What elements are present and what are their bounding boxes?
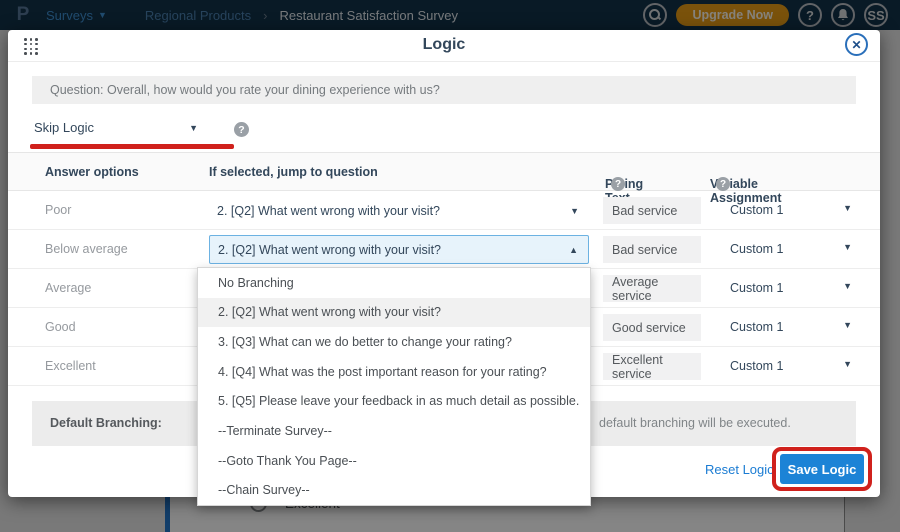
logic-type-select[interactable]: Skip Logic ▼ <box>32 118 204 141</box>
jump-question-select[interactable]: 2. [Q2] What went wrong with your visit?… <box>209 196 589 225</box>
chevron-down-icon: ▼ <box>570 206 579 216</box>
dropdown-option[interactable]: No Branching <box>198 268 590 298</box>
piping-text-input[interactable]: Good service <box>603 314 701 341</box>
answer-option-label: Good <box>45 320 76 334</box>
chevron-down-icon: ▼ <box>843 281 852 295</box>
variable-select[interactable]: Custom 1 ▼ <box>730 203 852 217</box>
piping-text-input[interactable]: Average service <box>603 275 701 302</box>
dropdown-option[interactable]: 4. [Q4] What was the post important reas… <box>198 357 590 387</box>
skip-logic-annotation <box>30 144 234 149</box>
answer-option-label: Average <box>45 281 91 295</box>
logic-type-row: Skip Logic ▼ ? <box>32 118 249 141</box>
table-row: Poor 2. [Q2] What went wrong with your v… <box>8 191 880 230</box>
dropdown-option[interactable]: 5. [Q5] Please leave your feedback in as… <box>198 387 590 417</box>
page: P Surveys ▼ Regional Products › Restaura… <box>0 0 900 532</box>
logic-type-value: Skip Logic <box>34 120 94 135</box>
chevron-down-icon: ▼ <box>843 203 852 217</box>
variable-help-icon[interactable]: ? <box>716 177 730 191</box>
piping-text-input[interactable]: Bad service <box>603 236 701 263</box>
answer-option-label: Poor <box>45 203 71 217</box>
chevron-down-icon: ▼ <box>189 123 198 133</box>
jump-question-select-open[interactable]: 2. [Q2] What went wrong with your visit?… <box>209 235 589 264</box>
variable-select[interactable]: Custom 1 ▼ <box>730 359 852 373</box>
reset-logic-link[interactable]: Reset Logic <box>705 462 774 477</box>
chevron-down-icon: ▼ <box>843 242 852 256</box>
table-row: Below average 2. [Q2] What went wrong wi… <box>8 230 880 269</box>
answer-option-label: Below average <box>45 242 128 256</box>
chevron-down-icon: ▼ <box>843 359 852 373</box>
variable-select[interactable]: Custom 1 ▼ <box>730 320 852 334</box>
dropdown-option[interactable]: --Chain Survey-- <box>198 475 590 505</box>
chevron-down-icon: ▼ <box>843 320 852 334</box>
dropdown-option[interactable]: --Goto Thank You Page-- <box>198 446 590 476</box>
col-jump-question: If selected, jump to question <box>209 165 378 179</box>
logic-help-icon[interactable]: ? <box>234 122 249 137</box>
col-answer-options: Answer options <box>45 165 139 179</box>
question-bar: Question: Overall, how would you rate yo… <box>32 76 856 104</box>
jump-question-dropdown: No Branching 2. [Q2] What went wrong wit… <box>197 267 591 506</box>
variable-select[interactable]: Custom 1 ▼ <box>730 281 852 295</box>
close-icon: ✕ <box>851 38 861 52</box>
close-button[interactable]: ✕ <box>845 33 868 56</box>
save-logic-button[interactable]: Save Logic <box>780 454 864 484</box>
piping-text-input[interactable]: Excellent service <box>603 353 701 380</box>
default-branching-label: Default Branching: <box>50 416 162 430</box>
modal-header: Logic ✕ <box>8 30 880 62</box>
table-header: Answer options If selected, jump to ques… <box>8 153 880 191</box>
piping-text-input[interactable]: Bad service <box>603 197 701 224</box>
dropdown-option[interactable]: --Terminate Survey-- <box>198 416 590 446</box>
variable-select[interactable]: Custom 1 ▼ <box>730 242 852 256</box>
logic-modal: Logic ✕ Question: Overall, how would you… <box>8 30 880 497</box>
piping-help-icon[interactable]: ? <box>611 177 625 191</box>
answer-option-label: Excellent <box>45 359 96 373</box>
chevron-up-icon: ▲ <box>569 245 578 255</box>
default-branching-note: default branching will be executed. <box>599 416 791 430</box>
dropdown-option[interactable]: 3. [Q3] What can we do better to change … <box>198 327 590 357</box>
dropdown-option-selected[interactable]: 2. [Q2] What went wrong with your visit? <box>198 298 590 328</box>
modal-title: Logic <box>8 36 880 54</box>
